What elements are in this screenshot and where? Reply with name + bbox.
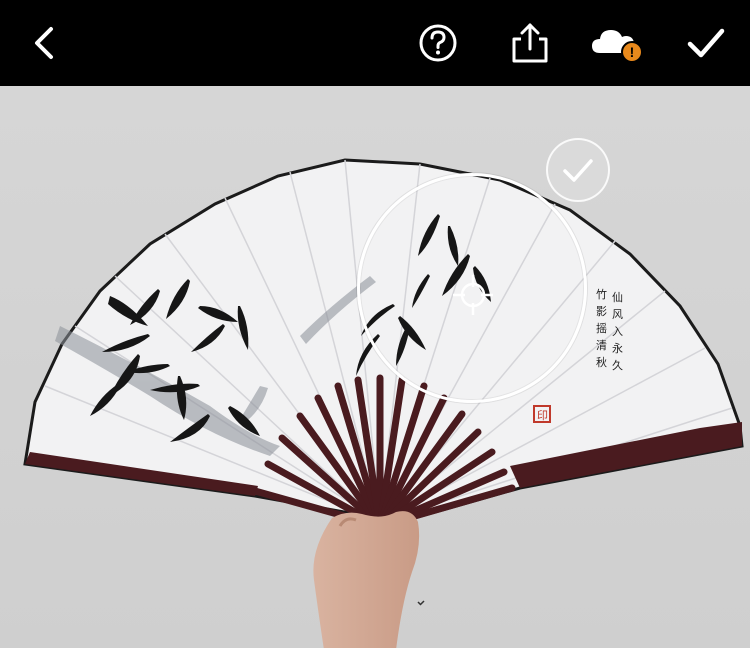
calligraphy-char: 永 [612,341,623,355]
checkmark-icon [563,159,593,182]
calligraphy-char: 入 [612,325,623,338]
calligraphy-char: 仙 [612,291,623,304]
calligraphy-char: 摇 [596,321,607,335]
confirm-point-button[interactable] [546,138,610,202]
help-button[interactable] [414,18,462,68]
share-icon [512,23,548,63]
seal-text: 印 [537,409,548,422]
done-button[interactable] [682,18,730,68]
cloud-sync-button[interactable]: ! [590,18,644,68]
calligraphy-char: 风 [612,308,623,321]
calligraphy-char: 影 [596,305,607,318]
calligraphy-char: 秋 [596,355,607,369]
checkmark-icon [687,28,725,58]
warning-badge: ! [630,44,635,60]
calligraphy-char: 竹 [596,287,607,301]
crosshair-icon[interactable] [451,273,495,317]
chevron-left-icon [35,27,53,59]
top-toolbar: ! [0,0,750,86]
cloud-warning-icon: ! [592,30,643,63]
question-circle-icon [419,24,457,62]
calligraphy-char: 久 [612,359,623,372]
calligraphy-char: 清 [596,339,607,352]
fan-photo: 仙 风 入 永 久 竹 影 摇 清 秋 印 [0,86,750,648]
back-button[interactable] [20,18,68,68]
photo-canvas[interactable]: 仙 风 入 永 久 竹 影 摇 清 秋 印 [0,86,750,648]
share-button[interactable] [506,18,554,68]
